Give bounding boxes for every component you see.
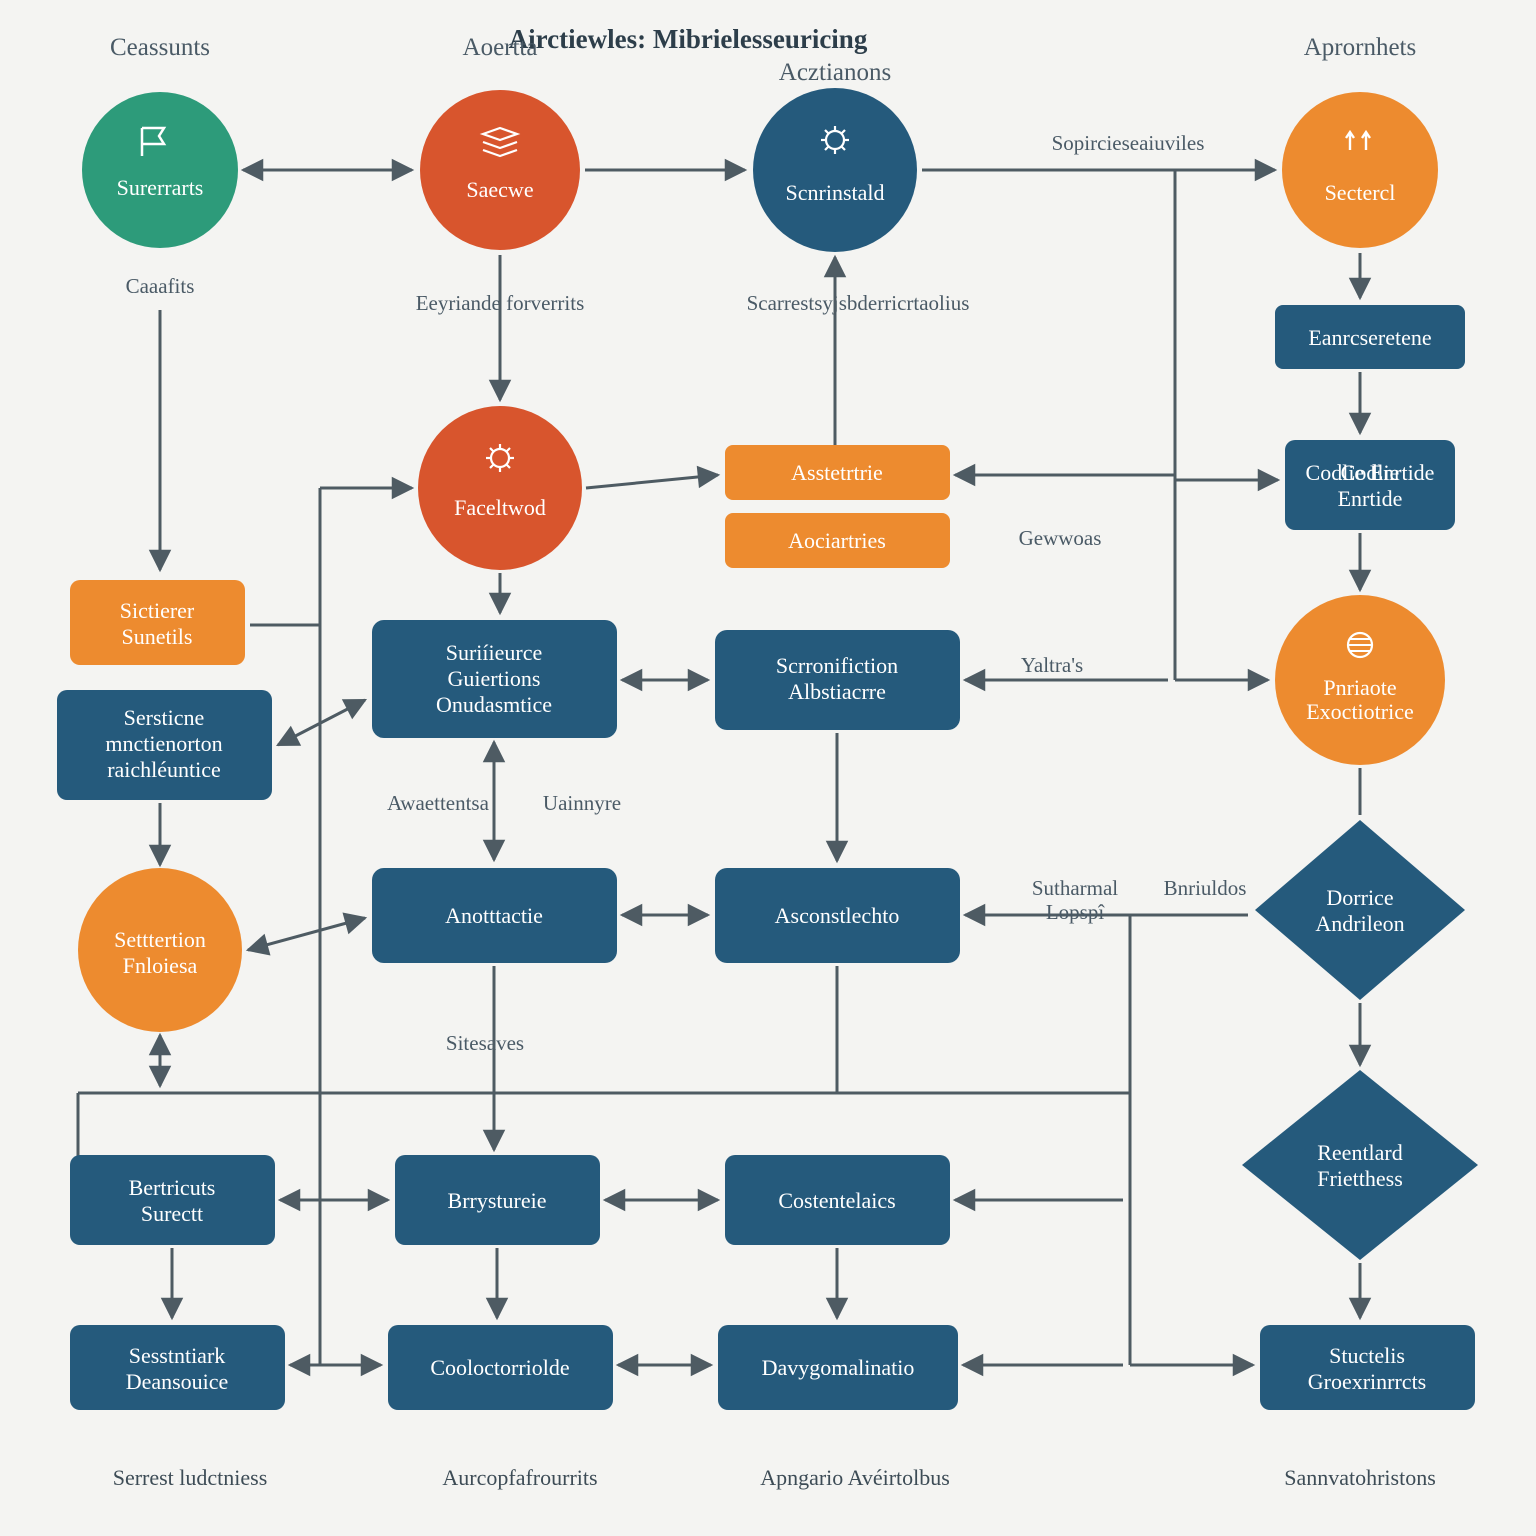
edge [248,918,365,950]
svg-text:CodlieEnrtide: CodlieEnrtide [1338,460,1403,511]
node-serticne: Sersticnemnctienortonraichléuntice [57,690,272,800]
node-berticuts: BertricutsSurectt [70,1155,275,1245]
svg-text:ReentlardFrietthess: ReentlardFrietthess [1317,1140,1403,1191]
node-asconstecto: Asconstlechto [715,868,960,963]
label-gewoas: Gewwoas [1019,526,1102,550]
caption-1: Serrest ludctniess [113,1465,268,1490]
node-dorice: DorriceAndrileon [1255,820,1465,1000]
node-davgomalnatio: Davygomalinatio [718,1325,958,1410]
svg-text:Costentelaics: Costentelaics [778,1188,895,1213]
diagram-title: Airctiewles: Mibrielesseuricing [509,24,868,54]
caption-2: Aurcopfafrourrits [442,1465,597,1490]
label-scarestys: Scarrestsyjsbderricrtaolius [747,291,970,315]
svg-text:SesstntiarkDeansouice: SesstntiarkDeansouice [126,1343,229,1394]
caption-4: Sannvatohristons [1284,1465,1436,1490]
svg-text:Anotttactie: Anotttactie [445,903,543,928]
svg-text:SictiererSunetils: SictiererSunetils [120,598,195,649]
node-cooloctoriole: Cooloctorriolde [388,1325,613,1410]
svg-text:Brrystureie: Brrystureie [448,1188,547,1213]
svg-text:Davygomalinatio: Davygomalinatio [762,1355,915,1380]
architecture-diagram: Airctiewles: Mibrielesseuricing Ceassunt… [0,0,1536,1536]
label-sopiceseauviles: Sopircieseaiuviles [1052,131,1205,155]
svg-text:DorriceAndrileon: DorriceAndrileon [1315,885,1404,936]
node-eanceretene: Eanrcseretene [1275,305,1465,369]
svg-text:Scnrinstald: Scnrinstald [786,180,885,205]
svg-text:Aociartries: Aociartries [788,528,886,553]
node-suctels: StuctelisGroexrinrrcts [1260,1325,1475,1410]
svg-text:Faceltwod: Faceltwod [454,495,546,520]
svg-text:Sectercl: Sectercl [1325,180,1396,205]
label-uainye: Uainnyre [543,791,621,815]
node-scrinstald: Scnrinstald [753,88,917,252]
label-awatentsa: Awaettentsa [387,791,490,815]
col-header-1: Ceassunts [110,34,210,61]
caption-3: Apngario Avéirtolbus [760,1465,950,1490]
label-sutamat: SutharmalLopspî [1032,876,1118,924]
label-caafts: Caaafits [126,274,195,298]
col-header-3: Acztianons [779,59,891,86]
col-header-2: Aoertta [463,34,538,61]
label-yatras: Yaltra's [1021,653,1083,677]
node-facelwod: Faceltwod [418,406,582,570]
node-suriieurce: SuriíieurceGuiertionsOnudasmtice [372,620,617,738]
label-briuldos: Bnriuldos [1164,876,1247,900]
svg-text:Asconstlechto: Asconstlechto [775,903,900,928]
node-asstrtie: Asstetrtrie [725,445,950,500]
svg-text:SuriíieurceGuiertionsOnudasmti: SuriíieurceGuiertionsOnudasmtice [436,640,552,717]
node-sictirer: SictiererSunetils [70,580,245,665]
svg-text:BertricutsSurectt: BertricutsSurectt [129,1175,216,1226]
node-sestriarc: SesstntiarkDeansouice [70,1325,285,1410]
node-settertion: SetttertionFnloiesa [78,868,242,1032]
node-brysurate: Brrystureie [395,1155,600,1245]
svg-text:ScrronifictionAlbstiacrre: ScrronifictionAlbstiacrre [776,653,898,704]
node-anottactie: Anotttactie [372,868,617,963]
label-siesaves: Sitesaves [446,1031,524,1055]
svg-text:Saecwe: Saecwe [466,177,533,202]
col-header-4: Aprornhets [1304,34,1416,61]
svg-text:Surerrarts: Surerrarts [117,175,204,200]
node-reentiard: ReentlardFrietthess [1242,1070,1478,1260]
node-codie: Codlie Enrtide CodlieEnrtide [1285,440,1455,530]
svg-text:Asstetrtrie: Asstetrtrie [791,460,883,485]
edge [586,475,718,488]
svg-text:Eanrcseretene: Eanrcseretene [1308,325,1431,350]
node-sectecl: Sectercl [1282,92,1438,248]
node-acarines: Aociartries [725,513,950,568]
node-costentcies: Costentelaics [725,1155,950,1245]
node-secwe: Saecwe [420,90,580,250]
svg-text:SetttertionFnloiesa: SetttertionFnloiesa [114,927,206,978]
node-scronfiction: ScrronifictionAlbstiacrre [715,630,960,730]
node-pricote: PnriaoteExoctiotrice [1275,595,1445,765]
node-surerats: Surerrarts [82,92,238,248]
svg-text:Cooloctorriolde: Cooloctorriolde [430,1355,569,1380]
